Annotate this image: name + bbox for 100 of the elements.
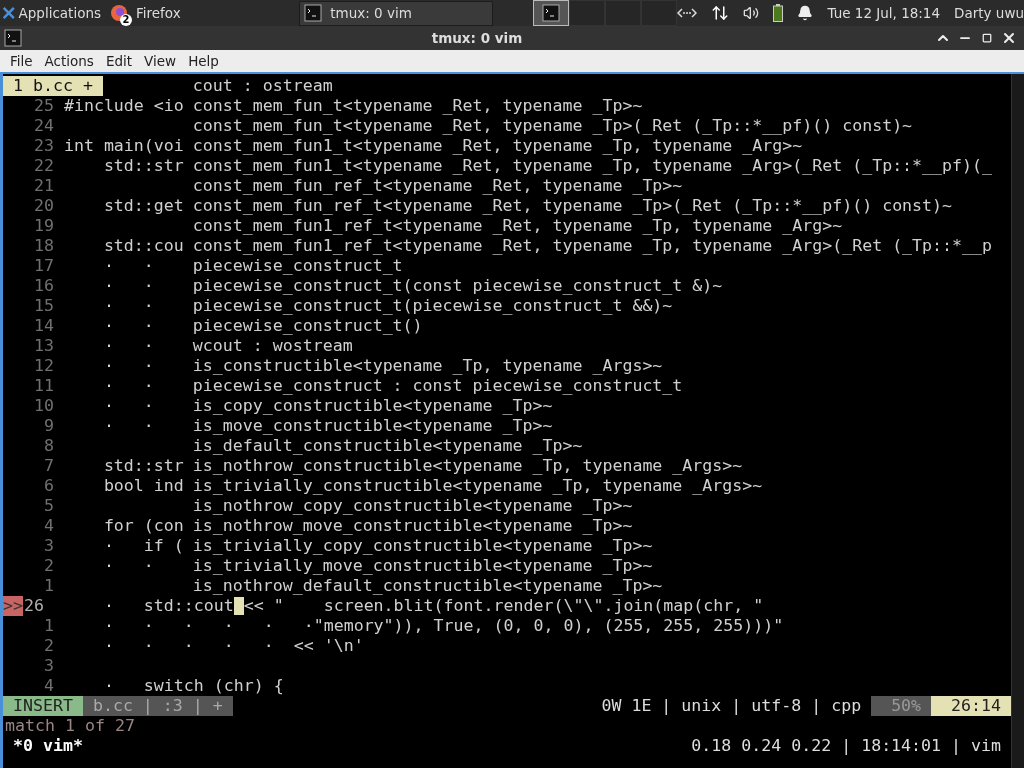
completion-item[interactable]: is_nothrow_move_constructible<typename _Tp>~ <box>192 516 1011 536</box>
code-line: · · · · · << '\n' <box>102 636 364 656</box>
code-line: · · <box>102 376 154 396</box>
text-cursor <box>233 597 244 615</box>
completion-item[interactable]: const_mem_fun1_t<typename _Ret, typename _Tp, typename _Arg>(_Ret (_Tp::*__pf)(_ <box>192 156 1011 176</box>
code-line: · · <box>102 556 154 576</box>
completion-item[interactable]: piecewise_construct_t <box>192 256 1011 276</box>
close-icon <box>1001 30 1017 46</box>
line-number: 14 <box>32 316 54 336</box>
completion-item[interactable]: const_mem_fun_t<typename _Ret, typename _Tp>~ <box>192 96 1011 116</box>
task-label: tmux: 0 vim <box>330 5 412 21</box>
completion-item[interactable]: const_mem_fun1_ref_t<typename _Ret, typename _Tp, typename _Arg>~ <box>192 216 1011 236</box>
file-format-info: 0W 1E | unix | utf-8 | cpp <box>601 696 863 716</box>
completion-item[interactable]: const_mem_fun1_ref_t<typename _Ret, typename _Tp, typename _Arg>(_Ret (_Tp::*__p <box>192 236 1011 256</box>
completion-item[interactable]: piecewise_construct_t(piecewise_construct_t &&)~ <box>192 296 1011 316</box>
line-number: 22 <box>32 156 54 176</box>
sign-marker: >> <box>3 596 23 616</box>
line-number: 2 <box>42 556 54 576</box>
completion-item[interactable]: is_default_constructible<typename _Tp>~ <box>192 436 1011 456</box>
line-number: 25 <box>32 96 54 116</box>
menu-item[interactable]: View <box>138 53 183 69</box>
scroll-percent: 50% <box>871 696 932 716</box>
completion-item[interactable]: is_nothrow_constructible<typename _Tp, typename _Args>~ <box>192 456 1011 476</box>
user-name[interactable]: Darty uwu <box>954 5 1024 21</box>
clock[interactable]: Tue 12 Jul, 18:14 <box>827 5 941 21</box>
completion-item[interactable]: const_mem_fun_ref_t<typename _Ret, typename _Tp>(_Ret (_Tp::*__pf)() const)~ <box>192 196 1011 216</box>
code-line: int main(voi <box>63 136 184 156</box>
menu-item[interactable]: Actions <box>38 53 100 69</box>
completion-item[interactable]: is_nothrow_default_constructible<typename _Tp>~ <box>192 576 1011 596</box>
line-number: 26 <box>23 596 45 616</box>
line-number: 4 <box>42 516 54 536</box>
completion-item[interactable]: const_mem_fun_ref_t<typename _Ret, typename _Tp>~ <box>192 176 1011 196</box>
completion-item[interactable]: cout : ostream <box>192 76 1011 96</box>
task-button[interactable]: tmux: 0 vim <box>299 0 494 26</box>
window-title: tmux: 0 vim <box>430 30 524 46</box>
line-number: 20 <box>32 196 54 216</box>
menu-item[interactable]: File <box>4 53 39 69</box>
tmux-window-label[interactable]: *0 vim* <box>13 736 83 756</box>
applications-menu[interactable]: Applications <box>0 0 105 26</box>
completion-item[interactable]: is_trivially_move_constructible<typename _Tp>~ <box>192 556 1011 576</box>
line-number: 8 <box>42 436 54 456</box>
code-line: #include <io <box>63 96 184 116</box>
code-line: · if ( <box>102 536 184 556</box>
line-number: 9 <box>42 416 54 436</box>
code-line: · · <box>102 356 154 376</box>
line-number: 3 <box>42 536 54 556</box>
line-number: 18 <box>32 236 54 256</box>
x-logo-icon <box>2 5 16 21</box>
completion-item[interactable]: is_copy_constructible<typename _Tp>~ <box>192 396 1011 416</box>
line-number: 24 <box>32 116 54 136</box>
line-number: 19 <box>32 216 54 236</box>
code-line: · · <box>102 316 154 336</box>
code-line: std::str <box>102 456 184 476</box>
code-line: std::get <box>102 196 184 216</box>
battery-icon <box>773 4 784 22</box>
line-number: 2 <box>42 636 54 656</box>
line-number: 23 <box>32 136 54 156</box>
browser-icon <box>110 4 128 22</box>
line-number: 5 <box>42 496 54 516</box>
menu-item[interactable]: Edit <box>99 53 139 69</box>
completion-item[interactable]: is_trivially_copy_constructible<typename _Tp>~ <box>192 536 1011 556</box>
terminal-icon <box>4 29 22 47</box>
completion-item[interactable]: piecewise_construct_t(const piecewise_construct_t &)~ <box>192 276 1011 296</box>
network-icon <box>677 7 698 19</box>
line-number: 10 <box>32 396 54 416</box>
completion-item[interactable]: is_move_constructible<typename _Tp>~ <box>192 416 1011 436</box>
terminal-icon <box>542 4 561 22</box>
line-number: 16 <box>32 276 54 296</box>
completion-item[interactable]: is_constructible<typename _Tp, typename _Args>~ <box>192 356 1011 376</box>
line-number: 3 <box>42 656 54 676</box>
transfer-arrows-icon <box>711 4 730 22</box>
line-number: 15 <box>32 296 54 316</box>
code-line: std::cou <box>102 236 184 256</box>
menu-item[interactable]: Help <box>182 53 225 69</box>
line-number: 12 <box>32 356 54 376</box>
code-line: · · <box>102 296 154 316</box>
completion-item[interactable]: is_trivially_constructible<typename _Tp, typename _Args>~ <box>192 476 1011 496</box>
completion-item[interactable]: wcout : wostream <box>192 336 1011 356</box>
code-line: · · <box>102 256 154 276</box>
line-number: 4 <box>42 676 54 696</box>
completion-item[interactable]: const_mem_fun1_t<typename _Ret, typename _Tp, typename _Arg>~ <box>192 136 1011 156</box>
line-number: 13 <box>32 336 54 356</box>
completion-item[interactable]: piecewise_construct_t() <box>192 316 1011 336</box>
completion-item[interactable]: const_mem_fun_t<typename _Ret, typename _Tp>(_Ret (_Tp::*__pf)() const)~ <box>192 116 1011 136</box>
code-line: std::str <box>102 156 184 176</box>
line-number: 1 <box>42 576 54 596</box>
search-message: match 1 of 27 <box>4 716 136 736</box>
count-badge: 2 <box>120 14 132 26</box>
line-number: 17 <box>32 256 54 276</box>
completion-item[interactable]: piecewise_construct : const piecewise_construct_t <box>192 376 1011 396</box>
completion-item[interactable]: is_nothrow_copy_constructible<typename _Tp>~ <box>192 496 1011 516</box>
scrollbar[interactable] <box>1011 74 1024 768</box>
file-info: b.cc | :3 | + <box>82 696 233 716</box>
line-number: 11 <box>32 376 54 396</box>
mode-indicator: INSERT <box>3 696 83 716</box>
notification-bell-icon <box>797 5 814 21</box>
buffer-tab[interactable]: 1 b.cc + <box>3 76 103 96</box>
code-line: << " screen.blit(font.render(\"\".join(map(chr, " <box>243 596 764 616</box>
code-line: · switch (chr) { <box>102 676 284 696</box>
workspace-button[interactable] <box>533 0 570 26</box>
